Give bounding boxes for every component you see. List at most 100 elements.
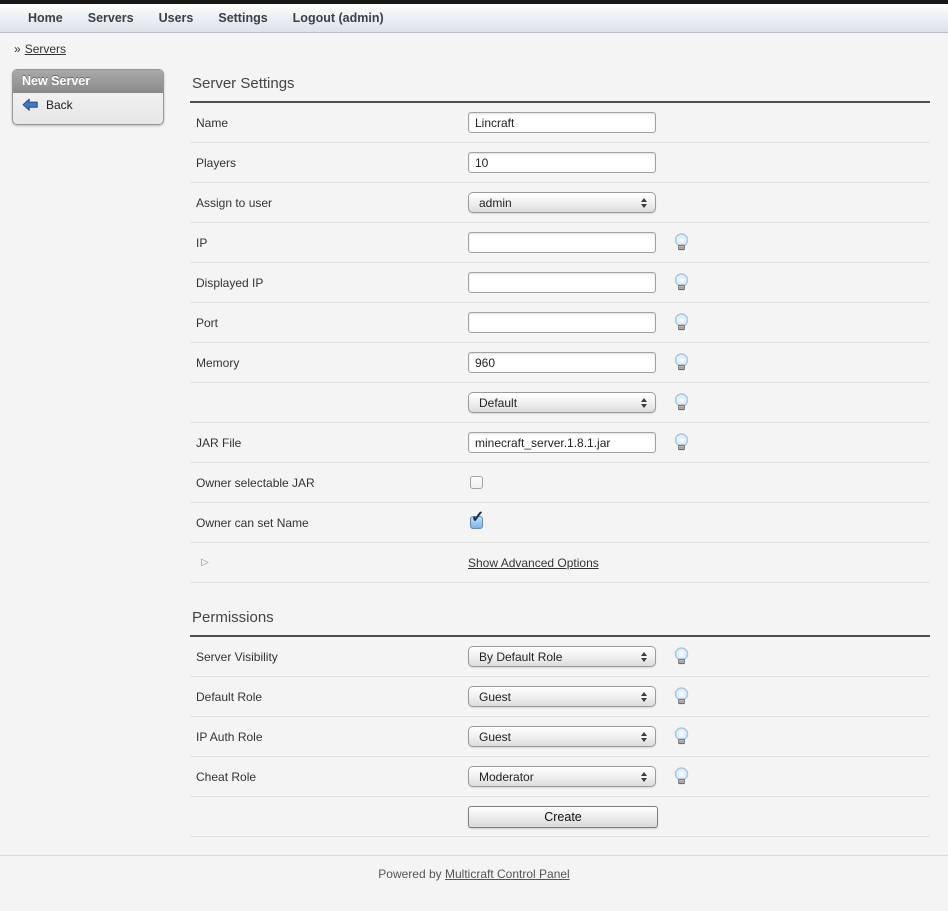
up-down-stepper-icon (641, 398, 647, 408)
up-down-stepper-icon (641, 692, 647, 702)
server-visibility-selected-value: By Default Role (479, 650, 562, 664)
form-row-ip: IP (190, 223, 930, 263)
lightbulb-icon[interactable] (673, 433, 690, 452)
name-input[interactable] (468, 112, 656, 133)
jar-file-label: JAR File (190, 436, 468, 450)
footer-link-multicraft[interactable]: Multicraft Control Panel (445, 867, 570, 881)
displayed-ip-control (468, 272, 690, 293)
form-row-server-visibility: Server Visibility By Default Role (190, 637, 930, 677)
form-section: Server Settings Name Players Assign to user… (190, 63, 930, 583)
back-button[interactable]: Back (22, 98, 73, 112)
owner-can-set-name-label: Owner can set Name (190, 516, 468, 530)
ip-auth-role-select[interactable]: Guest (468, 726, 656, 747)
memory-profile-control: Default (468, 392, 690, 413)
form-row-memory-profile: Default (190, 383, 930, 423)
triangle-right-icon[interactable]: ▷ (201, 557, 209, 568)
up-down-stepper-icon (641, 198, 647, 208)
displayed-ip-input[interactable] (468, 272, 656, 293)
ip-auth-role-control: Guest (468, 726, 690, 747)
ip-auth-role-selected-value: Guest (479, 730, 511, 744)
form-row-owner-selectable-jar: Owner selectable JAR (190, 463, 930, 503)
up-down-stepper-icon (641, 772, 647, 782)
cheat-role-label: Cheat Role (190, 770, 468, 784)
form-row-owner-can-set-name: Owner can set Name✓ (190, 503, 930, 543)
name-control (468, 112, 656, 133)
lightbulb-icon[interactable] (673, 233, 690, 252)
owner-selectable-jar-control (468, 476, 483, 489)
ip-label: IP (190, 236, 468, 250)
arrow-left-icon (22, 98, 39, 112)
default-role-select[interactable]: Guest (468, 686, 656, 707)
nav-item-settings[interactable]: Settings (218, 11, 267, 25)
top-nav-bar: Home Servers Users Settings Logout (admi… (0, 0, 948, 33)
assign-to-user-control: admin (468, 192, 656, 213)
cheat-role-selected-value: Moderator (479, 770, 534, 784)
nav-item-servers[interactable]: Servers (88, 11, 134, 25)
memory-label: Memory (190, 356, 468, 370)
form-section: PermissionsServer VisibilityBy Default R… (190, 597, 930, 837)
form-row-displayed-ip: Displayed IP (190, 263, 930, 303)
default-role-label: Default Role (190, 690, 468, 704)
form-row-port: Port (190, 303, 930, 343)
server-visibility-control: By Default Role (468, 646, 690, 667)
sidebar-title: New Server (13, 70, 163, 93)
form-row-jar-file: JAR File (190, 423, 930, 463)
lightbulb-icon[interactable] (673, 353, 690, 372)
memory-control (468, 352, 690, 373)
breadcrumb-symbol: » (14, 42, 21, 56)
lightbulb-icon[interactable] (673, 767, 690, 786)
form-row-memory: Memory (190, 343, 930, 383)
lightbulb-icon[interactable] (673, 687, 690, 706)
create-control: Create (468, 806, 658, 828)
lightbulb-icon[interactable] (673, 727, 690, 746)
form-row-cheat-role: Cheat Role Moderator (190, 757, 930, 797)
owner-can-set-name-control: ✓ (468, 516, 483, 529)
form-row-players: Players (190, 143, 930, 183)
lightbulb-icon[interactable] (673, 273, 690, 292)
advanced-options-link[interactable]: Show Advanced Options (468, 556, 599, 570)
displayed-ip-label: Displayed IP (190, 276, 468, 290)
form: Server Settings Name Players Assign to user… (190, 63, 930, 837)
form-row-assign-to-user: Assign to user admin (190, 183, 930, 223)
form-row-ip-auth-role: IP Auth RoleGuest (190, 717, 930, 757)
ip-control (468, 232, 690, 253)
assign-to-user-label: Assign to user (190, 196, 468, 210)
assign-to-user-selected-value: admin (479, 196, 512, 210)
default-role-control: Guest (468, 686, 690, 707)
ip-input[interactable] (468, 232, 656, 253)
form-row-advanced-options: ▷ Show Advanced Options (190, 543, 930, 583)
players-control (468, 152, 656, 173)
form-row-default-role: Default RoleGuest (190, 677, 930, 717)
form-row-name: Name (190, 103, 930, 143)
nav-item-home[interactable]: Home (28, 11, 63, 25)
breadcrumb: » Servers (0, 33, 948, 63)
port-input[interactable] (468, 312, 656, 333)
server-visibility-select[interactable]: By Default Role (468, 646, 656, 667)
checkmark-icon: ✓ (471, 510, 484, 526)
cheat-role-select[interactable]: Moderator (468, 766, 656, 787)
port-label: Port (190, 316, 468, 330)
nav-item-users[interactable]: Users (159, 11, 194, 25)
name-label: Name (190, 116, 468, 130)
owner-can-set-name-checkbox[interactable]: ✓ (470, 516, 483, 529)
lightbulb-icon[interactable] (673, 393, 690, 412)
create-button[interactable]: Create (468, 806, 658, 828)
sidebar-panel: New Server Back (12, 69, 164, 125)
back-button-label: Back (46, 98, 73, 112)
players-label: Players (190, 156, 468, 170)
jar-file-control (468, 432, 690, 453)
nav-item-logout[interactable]: Logout (admin) (293, 11, 384, 25)
players-input[interactable] (468, 152, 656, 173)
owner-selectable-jar-checkbox[interactable] (470, 476, 483, 489)
assign-to-user-select[interactable]: admin (468, 192, 656, 213)
advanced-options-control: Show Advanced Options (468, 556, 599, 570)
lightbulb-icon[interactable] (673, 647, 690, 666)
section-title: Server Settings (190, 63, 930, 101)
breadcrumb-link-servers[interactable]: Servers (25, 42, 66, 56)
server-visibility-label: Server Visibility (190, 650, 468, 664)
jar-file-input[interactable] (468, 432, 656, 453)
lightbulb-icon[interactable] (673, 313, 690, 332)
memory-input[interactable] (468, 352, 656, 373)
port-control (468, 312, 690, 333)
memory-profile-select[interactable]: Default (468, 392, 656, 413)
